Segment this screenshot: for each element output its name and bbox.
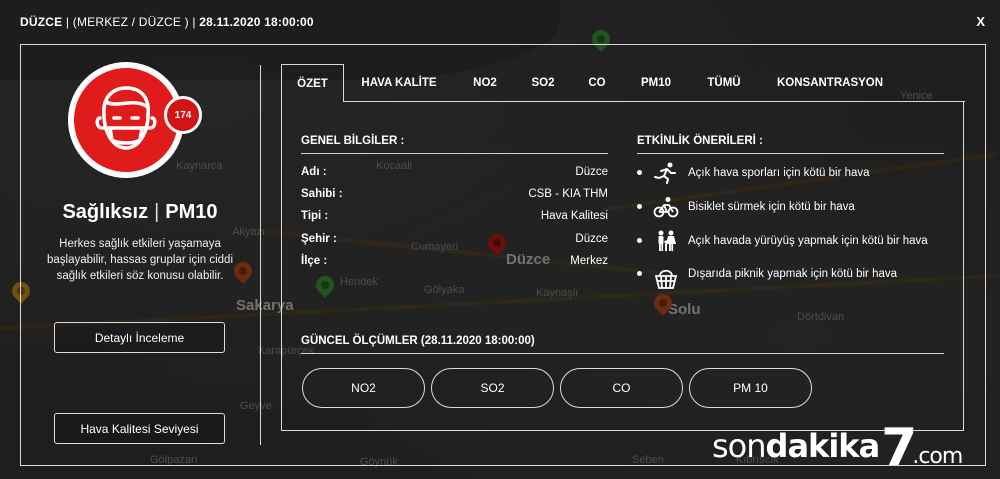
sick-face-icon xyxy=(95,86,157,150)
aqi-value: 174 xyxy=(164,96,202,134)
measurement-no2-button[interactable]: NO2 xyxy=(302,368,425,408)
info-row: İlçe : Merkez xyxy=(301,255,608,271)
info-key: Şehir : xyxy=(301,233,337,245)
info-value: Düzce xyxy=(575,166,608,178)
close-button[interactable]: X xyxy=(976,14,985,29)
running-icon xyxy=(654,162,676,184)
info-value: Merkez xyxy=(570,255,608,267)
divider xyxy=(301,153,608,154)
header-datetime: 28.11.2020 18:00:00 xyxy=(199,15,314,29)
walking-family-icon xyxy=(658,230,676,251)
info-key: Adı : xyxy=(301,166,327,178)
tab-all[interactable]: TÜMÜ xyxy=(694,64,754,102)
activity-text: Bisiklet sürmek için kötü bir hava xyxy=(688,201,855,213)
tab-summary[interactable]: ÖZET xyxy=(281,64,344,102)
info-key: İlçe : xyxy=(301,255,328,267)
info-key: Sahibi : xyxy=(301,188,343,200)
tab-underline xyxy=(344,101,965,102)
general-info-title: GENEL BİLGİLER : xyxy=(301,135,405,147)
measurement-so2-button[interactable]: SO2 xyxy=(431,368,554,408)
status-label: Sağlıksız xyxy=(62,201,149,223)
info-value: CSB - KIA THM xyxy=(528,188,608,200)
measurement-co-button[interactable]: CO xyxy=(560,368,683,408)
status-pollutant: PM10 xyxy=(165,201,218,223)
tab-concentration[interactable]: KONSANTRASYON xyxy=(764,64,896,102)
activity-text: Açık hava sporları için kötü bir hava xyxy=(688,167,870,179)
activity-text: Açık havada yürüyüş yapmak için kötü bir… xyxy=(688,235,928,247)
measurement-pm10-button[interactable]: PM 10 xyxy=(689,368,812,408)
tab-pm10[interactable]: PM10 xyxy=(628,64,684,102)
column-divider xyxy=(260,65,261,445)
activities-title: ETKİNLİK ÖNERİLERİ : xyxy=(637,135,763,147)
tab-no2[interactable]: NO2 xyxy=(460,64,510,102)
info-value: Hava Kalitesi xyxy=(540,210,608,222)
divider xyxy=(301,353,944,354)
header-city: DÜZCE xyxy=(20,15,63,29)
header-location: (MERKEZ / DÜZCE ) xyxy=(72,15,189,29)
modal-header: DÜZCE | (MERKEZ / DÜZCE ) | 28.11.2020 1… xyxy=(20,15,314,29)
tab-so2[interactable]: SO2 xyxy=(518,64,568,102)
watermark-logo: sondakika7.com xyxy=(712,418,963,478)
detail-button[interactable]: Detaylı İnceleme xyxy=(54,322,225,353)
tab-air-quality[interactable]: HAVA KALİTE xyxy=(350,64,448,102)
info-row: Tipi : Hava Kalitesi xyxy=(301,210,608,226)
cycling-icon xyxy=(653,197,679,218)
activity-text: Dışarıda piknik yapmak için kötü bir hav… xyxy=(688,268,898,280)
status-description: Herkes sağlık etkileri yaşamaya başlayab… xyxy=(46,238,233,282)
status-badge: 174 xyxy=(70,64,202,184)
status-title: Sağlıksız | PM10 xyxy=(62,201,218,223)
info-row: Sahibi : CSB - KIA THM xyxy=(301,188,608,204)
tab-co[interactable]: CO xyxy=(576,64,618,102)
divider xyxy=(637,153,944,154)
info-row: Şehir : Düzce xyxy=(301,233,608,249)
info-value: Düzce xyxy=(575,233,608,245)
aqi-level-button[interactable]: Hava Kalitesi Seviyesi xyxy=(54,413,225,444)
picnic-basket-icon xyxy=(654,269,678,289)
measurements-title: GÜNCEL ÖLÇÜMLER (28.11.2020 18:00:00) xyxy=(301,335,535,347)
info-key: Tipi : xyxy=(301,210,329,222)
info-row: Adı : Düzce xyxy=(301,166,608,182)
